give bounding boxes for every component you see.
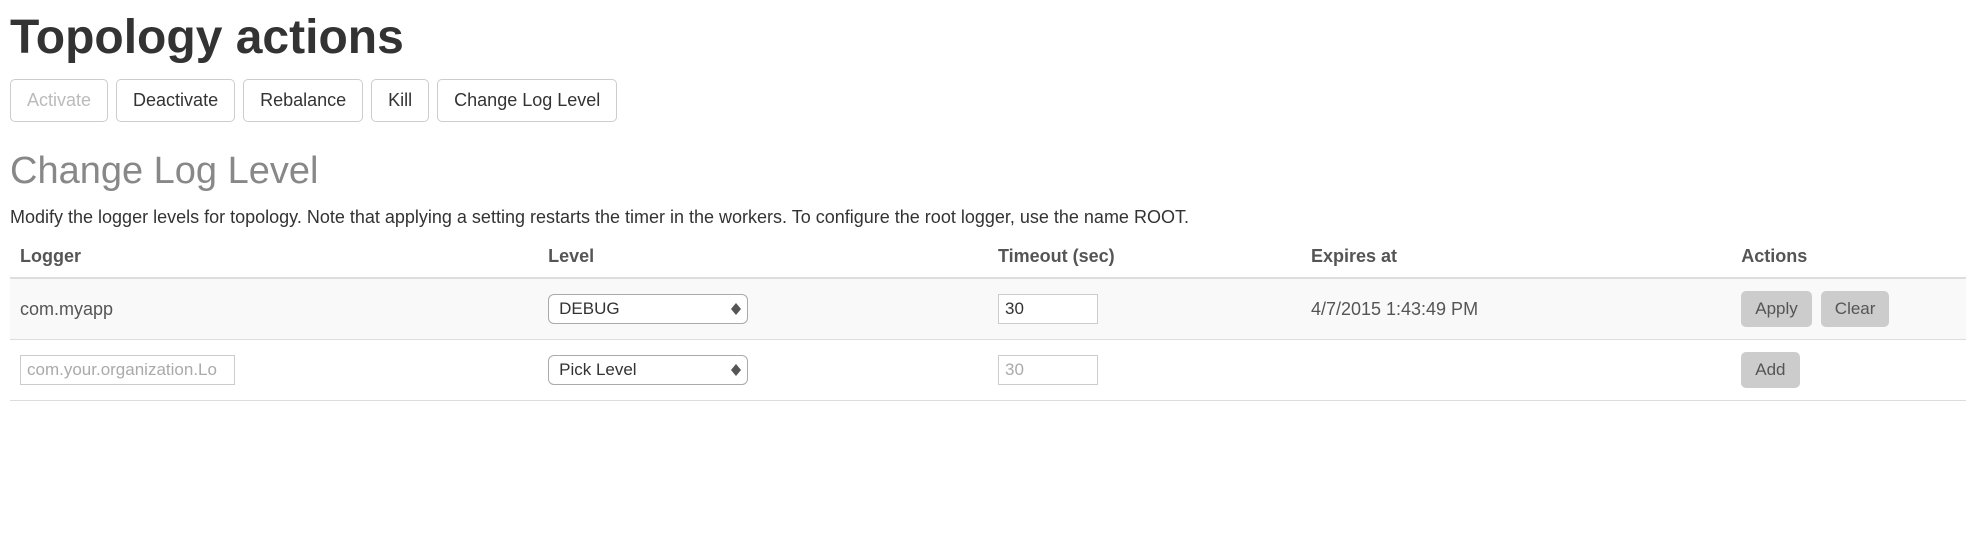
section-description: Modify the logger levels for topology. N… <box>10 207 1966 228</box>
level-select[interactable]: Pick Level <box>548 355 748 385</box>
table-row: com.myapp DEBUG 4/7/2015 1:43:49 PM Appl… <box>10 278 1966 340</box>
page-title: Topology actions <box>10 10 1966 65</box>
col-header-expires: Expires at <box>1301 236 1731 278</box>
select-arrows-icon <box>725 303 741 315</box>
level-select[interactable]: DEBUG <box>548 294 748 324</box>
apply-button[interactable]: Apply <box>1741 291 1812 327</box>
level-select-value: DEBUG <box>559 299 725 319</box>
level-select-value: Pick Level <box>559 360 725 380</box>
kill-button[interactable]: Kill <box>371 79 429 122</box>
expires-cell: 4/7/2015 1:43:49 PM <box>1301 278 1731 340</box>
col-header-logger: Logger <box>10 236 538 278</box>
table-row: Pick Level Add <box>10 340 1966 401</box>
col-header-timeout: Timeout (sec) <box>988 236 1301 278</box>
select-arrows-icon <box>725 364 741 376</box>
timeout-input[interactable] <box>998 355 1098 385</box>
rebalance-button[interactable]: Rebalance <box>243 79 363 122</box>
clear-button[interactable]: Clear <box>1821 291 1890 327</box>
col-header-actions: Actions <box>1731 236 1966 278</box>
logger-input[interactable] <box>20 355 235 385</box>
timeout-input[interactable] <box>998 294 1098 324</box>
add-button[interactable]: Add <box>1741 352 1799 388</box>
change-log-level-button[interactable]: Change Log Level <box>437 79 617 122</box>
col-header-level: Level <box>538 236 988 278</box>
log-level-table: Logger Level Timeout (sec) Expires at Ac… <box>10 236 1966 401</box>
logger-cell: com.myapp <box>10 278 538 340</box>
deactivate-button[interactable]: Deactivate <box>116 79 235 122</box>
topology-action-buttons: Activate Deactivate Rebalance Kill Chang… <box>10 79 1966 122</box>
section-heading: Change Log Level <box>10 150 1966 193</box>
expires-cell <box>1301 340 1731 401</box>
activate-button[interactable]: Activate <box>10 79 108 122</box>
